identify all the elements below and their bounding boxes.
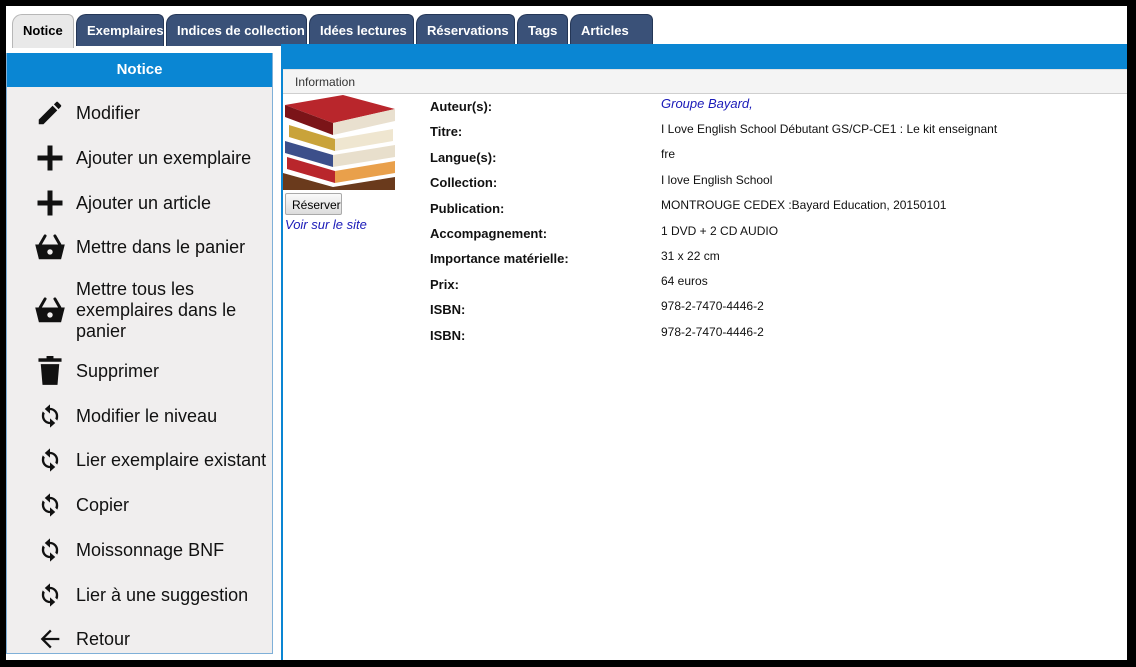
- sidebar-item-label: Mettre tous les exemplaires dans le pani…: [76, 278, 237, 341]
- sidebar-item-label: Supprimer: [76, 360, 160, 381]
- sidebar-item-label: Copier: [76, 494, 130, 515]
- field-label-publication: Publication:: [430, 201, 505, 216]
- refresh-icon: [33, 535, 67, 565]
- field-value-isbn: 978-2-7470-4446-2: [661, 299, 764, 313]
- sidebar-item-label: Ajouter un exemplaire: [76, 147, 252, 168]
- field-label-accompagnement: Accompagnement:: [430, 226, 548, 241]
- field-value-auteurs[interactable]: Groupe Bayard,: [661, 96, 753, 111]
- refresh-icon: [33, 401, 67, 431]
- pencil-icon: [33, 98, 67, 128]
- sidebar-item-label: Mettre dans le panier: [76, 236, 246, 257]
- trash-icon: [33, 356, 67, 386]
- field-label-titre: Titre:: [430, 124, 463, 139]
- sidebar-item-label: Lier exemplaire existant: [76, 449, 267, 470]
- field-label-collection: Collection:: [430, 175, 498, 190]
- field-label-auteurs: Auteur(s):: [430, 99, 493, 114]
- tab-indices-de-collection[interactable]: Indices de collection: [166, 14, 307, 46]
- sidebar-item-ajouter-exemplaire[interactable]: Ajouter un exemplaire: [7, 145, 272, 171]
- sidebar-item-lier-exemplaire[interactable]: Lier exemplaire existant: [7, 445, 272, 475]
- basket-icon: [33, 232, 67, 262]
- sidebar-item-modifier-niveau[interactable]: Modifier le niveau: [7, 401, 272, 431]
- sidebar-item-label: Lier à une suggestion: [76, 584, 249, 605]
- reserve-button[interactable]: Réserver: [285, 193, 342, 215]
- tab-idees-lectures[interactable]: Idées lectures: [309, 14, 414, 46]
- field-label-prix: Prix:: [430, 277, 459, 292]
- sidebar-item-copier[interactable]: Copier: [7, 490, 272, 520]
- field-value-publication: MONTROUGE CEDEX :Bayard Education, 20150…: [661, 198, 947, 212]
- sidebar-item-mettre-tous-panier[interactable]: Mettre tous les exemplaires dans le pani…: [7, 277, 272, 343]
- sidebar-item-ajouter-article[interactable]: Ajouter un article: [7, 190, 272, 216]
- tab-reservations[interactable]: Réservations: [416, 14, 515, 46]
- sidebar-item-label: Ajouter un article: [76, 192, 212, 213]
- sidebar: Notice Modifier Ajouter un exemplaire Aj…: [6, 53, 273, 654]
- app-frame: Notice Exemplaires Indices de collection…: [6, 6, 1127, 660]
- field-value-prix: 64 euros: [661, 274, 708, 288]
- content-header-bar: [283, 44, 1127, 69]
- tab-articles[interactable]: Articles: [570, 14, 653, 46]
- sidebar-item-label: Modifier le niveau: [76, 405, 218, 426]
- sidebar-title: Notice: [7, 53, 272, 87]
- field-label-isbn: ISBN:: [430, 328, 466, 343]
- sidebar-item-supprimer[interactable]: Supprimer: [7, 356, 272, 386]
- field-value-langues: fre: [661, 147, 676, 161]
- sidebar-item-label: Retour: [76, 628, 131, 649]
- section-label: Information: [295, 75, 356, 89]
- sidebar-item-label: Modifier: [76, 102, 141, 123]
- sidebar-item-mettre-panier[interactable]: Mettre dans le panier: [7, 234, 272, 260]
- field-label-isbn: ISBN:: [430, 302, 466, 317]
- field-value-accompagnement: 1 DVD + 2 CD AUDIO: [661, 224, 779, 238]
- field-label-importance-materielle: Importance matérielle:: [430, 251, 569, 266]
- tab-notice[interactable]: Notice: [12, 14, 74, 48]
- field-value-importance-materielle: 31 x 22 cm: [661, 249, 720, 263]
- sidebar-item-retour[interactable]: Retour: [7, 625, 272, 653]
- sidebar-item-modifier[interactable]: Modifier: [7, 100, 272, 126]
- section-header-information: Information: [283, 69, 1127, 94]
- field-label-langues: Langue(s):: [430, 150, 497, 165]
- sidebar-item-moissonnage-bnf[interactable]: Moissonnage BNF: [7, 535, 272, 565]
- plus-icon: [33, 188, 67, 218]
- tab-tags[interactable]: Tags: [517, 14, 568, 46]
- field-value-titre: I Love English School Débutant GS/CP-CE1…: [661, 122, 998, 136]
- plus-icon: [33, 143, 67, 173]
- refresh-icon: [33, 580, 67, 610]
- sidebar-item-label: Moissonnage BNF: [76, 539, 225, 560]
- basket-icon: [33, 295, 67, 325]
- field-value-isbn: 978-2-7470-4446-2: [661, 325, 764, 339]
- view-on-site-link[interactable]: Voir sur le site: [285, 217, 367, 232]
- book-cover-image: [283, 95, 397, 190]
- sidebar-item-lier-suggestion[interactable]: Lier à une suggestion: [7, 580, 272, 610]
- arrow-left-icon: [33, 625, 67, 653]
- tab-bar: Notice Exemplaires Indices de collection…: [6, 14, 1127, 48]
- tab-exemplaires[interactable]: Exemplaires: [76, 14, 164, 46]
- field-value-collection: I love English School: [661, 173, 773, 187]
- refresh-icon: [33, 445, 67, 475]
- refresh-icon: [33, 490, 67, 520]
